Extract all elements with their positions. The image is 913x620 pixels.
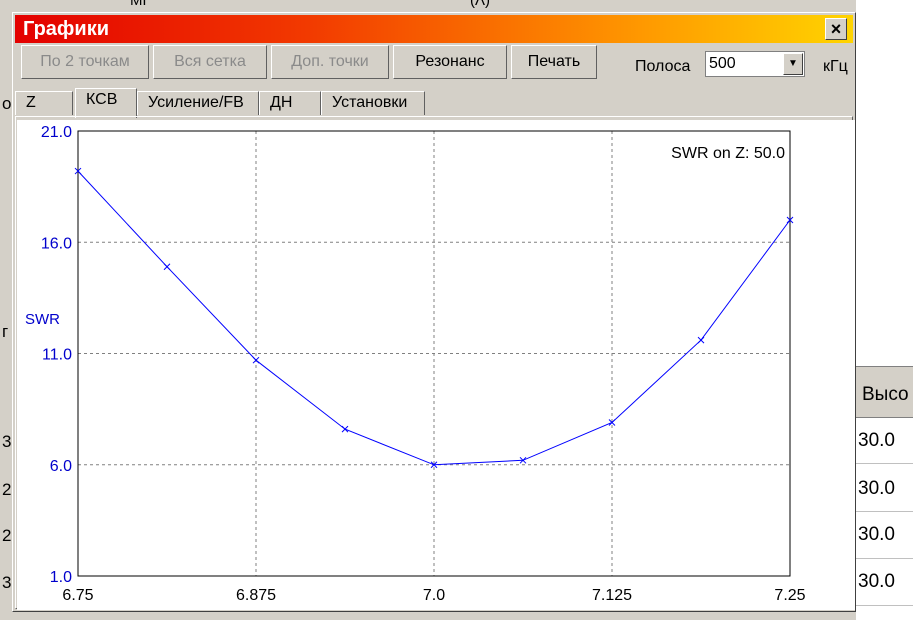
by-two-points-button[interactable]: По 2 точкам: [21, 45, 149, 79]
background-row-divider: [856, 605, 913, 606]
charts-window: Графики × По 2 точкам Вся сетка Доп. точ…: [12, 12, 856, 612]
tab-settings[interactable]: Установки: [321, 91, 425, 115]
background-left-text: 3: [2, 432, 12, 451]
background-left-text: 2: [2, 480, 12, 499]
tab-z[interactable]: Z: [15, 91, 73, 115]
x-tick-label: 6.875: [236, 587, 276, 604]
y-tick-label: 16.0: [41, 235, 72, 252]
close-icon: ×: [830, 19, 842, 39]
y-tick-label: 21.0: [41, 124, 72, 141]
tab-pattern[interactable]: ДН: [259, 91, 321, 115]
background-left-text: г: [2, 322, 9, 341]
band-select[interactable]: 500 ▼: [705, 51, 805, 77]
x-tick-label: 6.75: [62, 587, 93, 604]
y-tick-label: 11.0: [42, 347, 72, 364]
background-row-divider: [856, 558, 913, 559]
background-left-text: 2: [2, 526, 12, 545]
x-tick-label: 7.25: [774, 587, 805, 604]
tab-gain-fb[interactable]: Усиление/FB: [137, 91, 259, 115]
background-left-text: 3: [2, 573, 12, 592]
resonance-button[interactable]: Резонанс: [393, 45, 507, 79]
extra-points-button[interactable]: Доп. точки: [271, 45, 389, 79]
background-table-cell: 30.0: [858, 478, 895, 499]
title-bar[interactable]: Графики ×: [15, 15, 853, 43]
background-column-header-label: Высо: [862, 384, 909, 405]
y-axis-label: SWR: [25, 311, 60, 328]
y-tick-label: 1.0: [50, 569, 72, 586]
chart-background: [17, 120, 855, 610]
background-row-divider: [856, 511, 913, 512]
background-row-divider: [856, 463, 913, 464]
background-table-cell: 30.0: [858, 571, 895, 592]
print-button[interactable]: Печать: [511, 45, 597, 79]
chevron-down-icon[interactable]: ▼: [783, 53, 803, 75]
tab-swr[interactable]: КСВ: [75, 88, 137, 118]
close-button[interactable]: ×: [825, 18, 847, 40]
background-top-text: (Λ): [470, 0, 491, 9]
background-top-strip: МГ (Λ): [0, 0, 913, 12]
chart-annotation: SWR on Z: 50.0: [671, 145, 785, 162]
band-label: Полоса: [635, 58, 691, 75]
background-left-text: о: [2, 94, 12, 113]
swr-chart: 1.0 6.0 11.0 16.0 21.0 6.75 6.875 7.0 7.125 7.25…: [17, 120, 855, 610]
band-unit-label: кГц: [823, 58, 848, 75]
band-select-value: 500: [709, 55, 736, 72]
y-tick-label: 6.0: [50, 458, 72, 475]
background-table-cell: 30.0: [858, 524, 895, 545]
x-tick-label: 7.0: [423, 587, 445, 604]
background-table-cell: 30.0: [858, 430, 895, 451]
background-column-header[interactable]: Высо: [856, 366, 913, 418]
whole-grid-button[interactable]: Вся сетка: [153, 45, 267, 79]
background-top-text: МГ: [130, 0, 151, 9]
window-title: Графики: [23, 18, 110, 40]
x-tick-label: 7.125: [592, 587, 632, 604]
